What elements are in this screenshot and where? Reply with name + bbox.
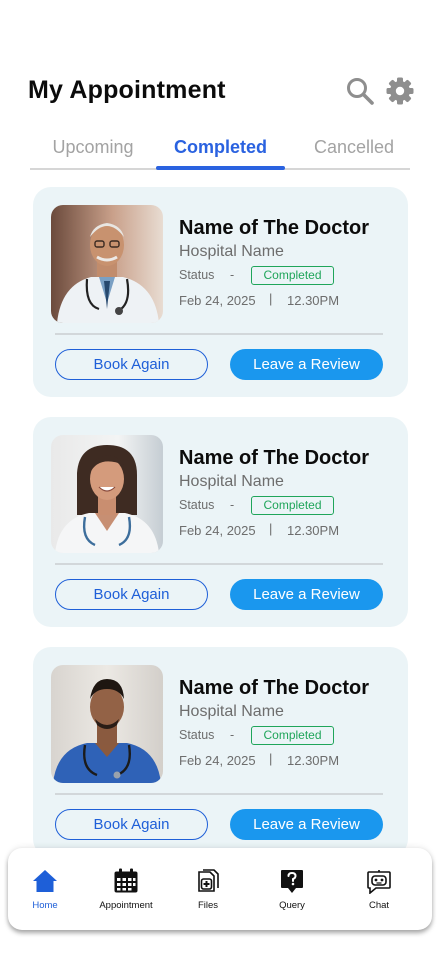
appointment-card: Name of The Doctor Hospital Name Status … [33,647,408,857]
leave-review-button[interactable]: Leave a Review [230,809,383,840]
status-separator: - [230,268,235,282]
appointment-date: Feb 24, 2025 [179,753,256,768]
leave-review-button[interactable]: Leave a Review [230,579,383,610]
doctor-name: Name of The Doctor [179,447,370,469]
date-time-separator: | [269,521,273,536]
doctor-photo [51,665,163,783]
appointment-card: Name of The Doctor Hospital Name Status … [33,417,408,627]
home-icon [33,870,57,892]
nav-appointment[interactable]: Appointment [86,868,166,918]
nav-label-home: Home [32,900,58,911]
leave-review-button[interactable]: Leave a Review [230,349,383,380]
status-badge: Completed [251,726,334,745]
nav-label-query: Query [279,900,305,911]
calendar-icon [114,868,138,893]
status-badge: Completed [251,266,334,285]
header: My Appointment [28,76,418,108]
book-again-button[interactable]: Book Again [55,809,208,840]
nav-chat[interactable]: Chat [339,868,419,918]
appointment-date: Feb 24, 2025 [179,293,256,308]
book-again-button[interactable]: Book Again [55,349,208,380]
page-title: My Appointment [28,76,226,104]
card-divider [55,563,383,565]
card-divider [55,333,383,335]
tab-cancelled[interactable]: Cancelled [285,128,423,168]
nav-label-chat: Chat [368,900,390,911]
nav-query[interactable]: Query [252,868,332,918]
chatbot-icon [367,870,391,894]
tab-upcoming[interactable]: Upcoming [30,128,156,168]
appointment-time: 12.30PM [287,523,340,538]
active-tab-indicator [156,166,285,170]
doctor-name: Name of The Doctor [179,217,370,239]
question-icon [281,870,303,893]
card-divider [55,793,383,795]
nav-home[interactable]: Home [5,868,85,918]
date-time-separator: | [269,291,273,306]
tab-completed[interactable]: Completed [156,128,285,168]
appointment-time: 12.30PM [287,293,340,308]
hospital-name: Hospital Name [179,703,284,720]
status-badge: Completed [251,496,334,515]
bottom-navigation: Home Appointment Files Query Chat [8,848,432,930]
nav-files[interactable]: Files [168,868,248,918]
date-time-separator: | [269,751,273,766]
hospital-name: Hospital Name [179,243,284,260]
status-separator: - [230,498,235,512]
appointment-card: Name of The Doctor Hospital Name Status … [33,187,408,397]
appointment-time: 12.30PM [287,753,340,768]
doctor-photo [51,205,163,323]
doctor-name: Name of The Doctor [179,677,370,699]
book-again-button[interactable]: Book Again [55,579,208,610]
doctor-photo [51,435,163,553]
appointment-tabs: Upcoming Completed Cancelled [30,128,410,172]
gear-icon[interactable] [385,76,415,106]
medical-files-icon [198,869,219,892]
nav-label-appointment: Appointment [99,900,153,911]
appointment-date: Feb 24, 2025 [179,523,256,538]
status-label: Status [179,268,215,282]
nav-label-files: Files [197,900,219,911]
status-label: Status [179,728,215,742]
status-label: Status [179,498,215,512]
search-icon[interactable] [345,76,375,106]
status-separator: - [230,728,235,742]
hospital-name: Hospital Name [179,473,284,490]
